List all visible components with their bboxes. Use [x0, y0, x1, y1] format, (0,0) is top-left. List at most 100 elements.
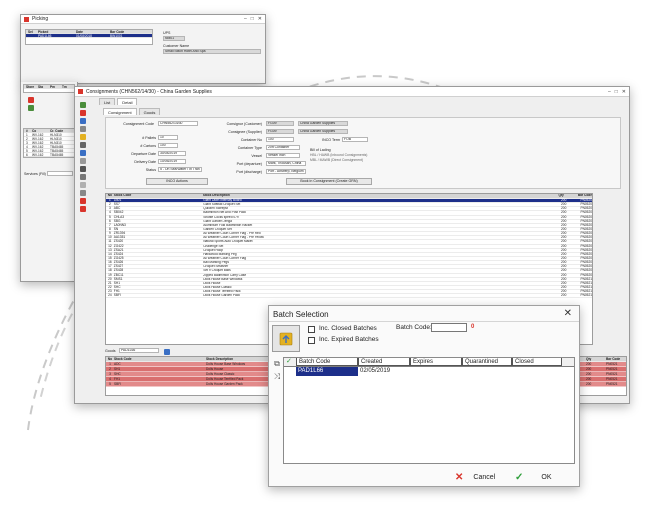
- customer-field[interactable]: Small Stitch Hotel And Spa: [163, 49, 261, 54]
- status-select[interactable]: 5 - On Sea/Water / In Tran: [158, 167, 202, 172]
- batch-code-input[interactable]: [431, 323, 467, 332]
- batch-code-cell[interactable]: PAD1L66: [296, 367, 358, 376]
- port-departure-select[interactable]: Mark, Thousan, China: [266, 161, 306, 166]
- col-batch-code[interactable]: Batch Code: [296, 358, 358, 366]
- consignments-titlebar: Consignments (CHN562/14/30) - China Gard…: [75, 87, 629, 97]
- container-type-select[interactable]: 20ft Container: [266, 145, 300, 150]
- app-icon: [24, 16, 29, 22]
- ok-button[interactable]: ✓ OK: [515, 472, 552, 483]
- port-departure-label: Port (departure): [236, 162, 262, 166]
- inc-closed-checkbox[interactable]: [308, 326, 315, 333]
- pallets-field[interactable]: 10: [158, 135, 178, 140]
- cancel-button[interactable]: ✕ Cancel: [455, 472, 495, 483]
- copy-icon[interactable]: [80, 174, 86, 180]
- incoterm-label: INCO Term: [322, 138, 340, 142]
- email-icon[interactable]: [80, 150, 86, 156]
- exit-icon[interactable]: [80, 206, 86, 212]
- consignee-code-field[interactable]: FG09: [266, 129, 294, 134]
- goods-filter-field[interactable]: PAD1L66: [119, 348, 159, 353]
- container-label: Container No: [240, 138, 262, 142]
- inc-expired-checkbox[interactable]: [308, 337, 315, 344]
- ups-label: UPS: [163, 31, 171, 35]
- print-icon[interactable]: [28, 97, 34, 103]
- save-icon[interactable]: [80, 118, 86, 124]
- settings-icon[interactable]: [80, 190, 86, 196]
- delete-icon[interactable]: [80, 110, 86, 116]
- picking-grid-row[interactable]: PAD1L66 01/08/2018 BIN1001: [26, 34, 152, 38]
- batch-row[interactable]: PAD1L66 02/05/2019: [284, 367, 574, 376]
- close-icon[interactable]: ✕: [258, 16, 262, 22]
- cartons-field[interactable]: 100: [158, 143, 178, 148]
- batch-grid-header: ✓ Batch Code Created Expires Quarantined…: [284, 358, 574, 367]
- tab-consignment[interactable]: Consignment: [103, 108, 137, 115]
- alert-icon[interactable]: [80, 198, 86, 204]
- tab-list[interactable]: List: [99, 98, 116, 105]
- close-icon[interactable]: ✕: [622, 89, 626, 95]
- quarantined-cell[interactable]: [462, 367, 512, 376]
- list-item[interactable]: 6 WV-162 TBA5465: [24, 153, 74, 157]
- col-created[interactable]: Created: [358, 358, 410, 366]
- expires-cell[interactable]: [410, 367, 462, 376]
- customer-label: Customer Name: [163, 44, 190, 48]
- close-icon[interactable]: ✕: [564, 308, 572, 320]
- folder-icon[interactable]: [80, 134, 86, 140]
- container-type-label: Container Type: [237, 146, 262, 150]
- maximize-icon[interactable]: □: [615, 89, 618, 95]
- pallets-label: # Pallets: [142, 136, 156, 140]
- main-tabs: List Detail: [99, 98, 138, 105]
- bill-option-mbl[interactable]: MBL / MAWB (Direct Consignment): [310, 158, 363, 162]
- maximize-icon[interactable]: □: [251, 16, 254, 22]
- delivery-label: Delivery Date: [134, 160, 156, 164]
- port-discharge-select[interactable]: Port - Antwerp, Belgium: [266, 169, 306, 174]
- inco-actions-button[interactable]: INCO Actions: [146, 178, 208, 185]
- consignor-code-field[interactable]: FG09: [266, 121, 294, 126]
- copy-rows-icon[interactable]: ⧉: [272, 359, 282, 369]
- created-cell[interactable]: 02/05/2019: [358, 367, 410, 376]
- col-quarantined[interactable]: Quarantined: [462, 358, 512, 366]
- col-closed[interactable]: Closed: [512, 358, 562, 366]
- consignments-title: Consignments (CHN562/14/30) - China Gard…: [86, 88, 212, 95]
- cartons-label: # Cartons: [140, 144, 156, 148]
- filter-search-icon[interactable]: [164, 349, 170, 355]
- closed-cell[interactable]: [512, 367, 562, 376]
- vessel-label: Vessel: [251, 154, 262, 158]
- paste-icon[interactable]: [80, 182, 86, 188]
- minimize-icon[interactable]: –: [608, 89, 611, 95]
- status-label: Status: [145, 168, 156, 172]
- table-row[interactable]: 24 SBFI Dolls House Garden Pack 200 PN0521: [106, 293, 592, 299]
- store-header-grid: Store Sta Pm Tm: [23, 84, 75, 93]
- delivery-date-field[interactable]: 10/05/2019: [158, 159, 186, 164]
- consignment-code-field[interactable]: CHN562/14/30: [158, 121, 198, 126]
- dialog-footer: ✕ Cancel ✓ OK: [269, 468, 579, 488]
- picking-title: Picking: [32, 16, 49, 22]
- departure-date-field[interactable]: 30/04/2019: [158, 151, 186, 156]
- edit-icon[interactable]: [80, 126, 86, 132]
- col-expires[interactable]: Expires: [410, 358, 462, 366]
- consignment-code-label: Consignment Code: [123, 122, 154, 126]
- add-icon[interactable]: [80, 102, 86, 108]
- bill-of-lading-label: Bill of Lading: [310, 148, 331, 152]
- search-icon[interactable]: [80, 158, 86, 164]
- vessel-select[interactable]: Vessel Inch: [266, 153, 300, 158]
- tab-detail[interactable]: Detail: [117, 98, 138, 105]
- cut-icon[interactable]: [80, 166, 86, 172]
- refresh-icon[interactable]: [28, 105, 34, 111]
- batch-action-button[interactable]: [272, 325, 300, 352]
- container-field[interactable]: 100: [266, 137, 294, 142]
- ok-check-icon: ✓: [515, 472, 524, 483]
- bill-option-hbl[interactable]: HBL / HAWB (Inbound Consignments): [310, 153, 367, 157]
- consignor-name-field: China Garden Supplies: [298, 121, 348, 126]
- incoterm-select[interactable]: FOB: [342, 137, 368, 142]
- split-icon[interactable]: ⤨: [272, 372, 282, 382]
- check-icon: ✓: [286, 358, 292, 365]
- services-field[interactable]: [47, 171, 73, 176]
- book-in-consignment-button[interactable]: Book in Consignment (Create GRN): [286, 178, 372, 185]
- tab-goods[interactable]: Goods: [138, 108, 161, 115]
- batch-selection-dialog: Batch Selection ✕ Inc. Closed Batches In…: [268, 305, 580, 487]
- picking-titlebar: Picking – □ ✕: [21, 15, 265, 24]
- minimize-icon[interactable]: –: [244, 16, 247, 22]
- dialog-title: Batch Selection: [273, 310, 329, 319]
- ups-field[interactable]: NM01: [163, 36, 185, 41]
- inc-closed-label: Inc. Closed Batches: [319, 325, 377, 332]
- print-icon[interactable]: [80, 142, 86, 148]
